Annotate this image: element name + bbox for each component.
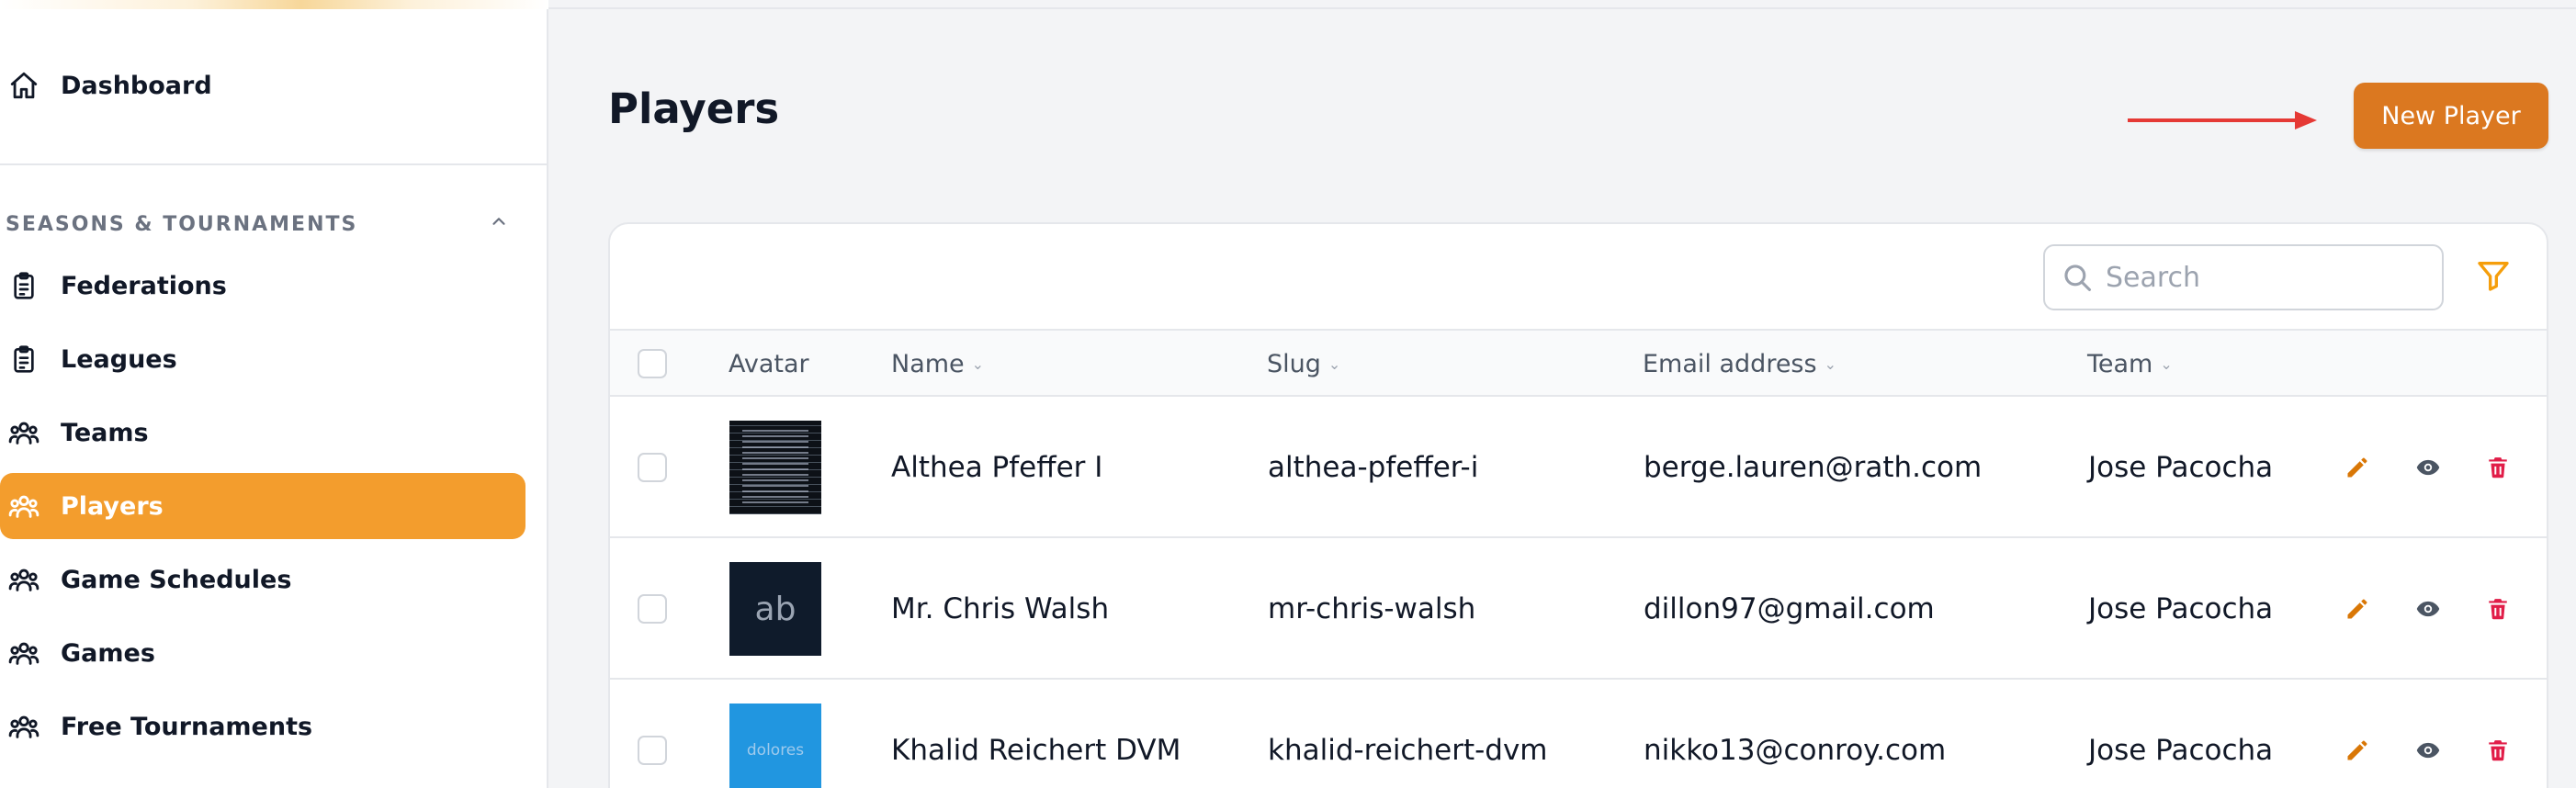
delete-trash-icon[interactable]: [2486, 737, 2510, 764]
sidebar-item-label: Games: [61, 638, 155, 668]
topbar-border: [548, 7, 2576, 9]
player-team: Jose Pacocha: [2088, 592, 2274, 625]
table-header: Avatar Name ⌄ Slug ⌄ Email address ⌄ Team ⌄: [610, 329, 2547, 397]
column-header-team[interactable]: Team ⌄: [2087, 331, 2173, 397]
section-title: SEASONS & TOURNAMENTS: [6, 212, 358, 236]
delete-trash-icon[interactable]: [2486, 454, 2510, 481]
sort-chevron-icon: ⌄: [2160, 355, 2173, 373]
delete-trash-icon[interactable]: [2486, 595, 2510, 623]
sidebar-item-label: Game Schedules: [61, 565, 292, 594]
users-icon: [6, 488, 42, 524]
player-team: Jose Pacocha: [2088, 734, 2274, 767]
avatar: [729, 421, 821, 514]
player-team: Jose Pacocha: [2088, 451, 2274, 484]
avatar-placeholder: dolores: [729, 704, 821, 788]
search-icon: [2062, 262, 2093, 293]
player-name: Mr. Chris Walsh: [891, 592, 1110, 625]
filter-icon[interactable]: [2475, 257, 2512, 294]
table-row[interactable]: dolores Khalid Reichert DVM khalid-reich…: [610, 680, 2547, 788]
table-toolbar: [610, 224, 2547, 329]
player-name: Khalid Reichert DVM: [891, 734, 1181, 767]
row-actions: [2344, 397, 2510, 538]
sidebar-item-dashboard[interactable]: Dashboard: [0, 52, 525, 118]
section-header-seasons-tournaments[interactable]: SEASONS & TOURNAMENTS: [6, 208, 509, 241]
search-field[interactable]: [2043, 244, 2444, 310]
sidebar-item-label: Dashboard: [61, 71, 212, 100]
users-icon: [6, 635, 42, 671]
table-row[interactable]: ab Mr. Chris Walsh mr-chris-walsh dillon…: [610, 538, 2547, 680]
avatar: dolores: [729, 704, 821, 788]
chevron-up-icon[interactable]: [489, 211, 509, 237]
view-eye-icon[interactable]: [2412, 455, 2444, 480]
clipboard-icon: [6, 267, 42, 304]
row-checkbox[interactable]: [638, 736, 667, 765]
column-header-name[interactable]: Name ⌄: [891, 331, 984, 397]
annotation-arrow-icon: [2128, 108, 2317, 136]
sidebar-item-label: Leagues: [61, 344, 177, 374]
sort-chevron-icon: ⌄: [1328, 355, 1341, 373]
column-header-avatar: Avatar: [729, 349, 809, 378]
column-header-slug[interactable]: Slug ⌄: [1267, 331, 1340, 397]
row-checkbox[interactable]: [638, 453, 667, 482]
sidebar-item-label: Federations: [61, 271, 227, 300]
sidebar: Dashboard SEASONS & TOURNAMENTS Federati…: [0, 0, 548, 788]
row-checkbox[interactable]: [638, 594, 667, 624]
sidebar-item-label: Free Tournaments: [61, 712, 313, 741]
home-icon: [6, 67, 42, 104]
sidebar-item-game-schedules[interactable]: Game Schedules: [0, 546, 525, 613]
row-actions: [2344, 538, 2510, 680]
sort-chevron-icon: ⌄: [1824, 355, 1836, 373]
sidebar-item-players[interactable]: Players: [0, 473, 525, 539]
sidebar-item-federations[interactable]: Federations: [0, 253, 525, 319]
player-slug: mr-chris-walsh: [1268, 592, 1476, 625]
page-title: Players: [608, 84, 780, 133]
select-all-checkbox[interactable]: [638, 349, 667, 378]
view-eye-icon[interactable]: [2412, 596, 2444, 622]
sidebar-item-games[interactable]: Games: [0, 620, 525, 686]
users-icon: [6, 561, 42, 598]
users-icon: [6, 708, 42, 745]
player-email: nikko13@conroy.com: [1644, 734, 1947, 767]
player-email: dillon97@gmail.com: [1644, 592, 1935, 625]
app-root: Dashboard SEASONS & TOURNAMENTS Federati…: [0, 0, 2576, 788]
table-row[interactable]: Althea Pfeffer I althea-pfeffer-i berge.…: [610, 397, 2547, 538]
new-player-button[interactable]: New Player: [2354, 83, 2548, 149]
sidebar-top-accent: [0, 0, 548, 9]
sort-chevron-icon: ⌄: [971, 355, 985, 373]
player-slug: khalid-reichert-dvm: [1268, 734, 1548, 767]
sidebar-item-leagues[interactable]: Leagues: [0, 326, 525, 392]
clipboard-icon: [6, 341, 42, 377]
sidebar-item-free-tournaments[interactable]: Free Tournaments: [0, 693, 525, 760]
edit-pencil-icon[interactable]: [2344, 455, 2370, 480]
row-actions: [2344, 680, 2510, 788]
edit-pencil-icon[interactable]: [2344, 596, 2370, 622]
users-icon: [6, 414, 42, 451]
column-header-email[interactable]: Email address ⌄: [1643, 331, 1836, 397]
sidebar-item-label: Players: [61, 491, 164, 521]
edit-pencil-icon[interactable]: [2344, 737, 2370, 763]
avatar: ab: [729, 562, 821, 656]
view-eye-icon[interactable]: [2412, 737, 2444, 763]
sidebar-divider: [0, 163, 547, 165]
sidebar-item-label: Teams: [61, 418, 149, 447]
avatar-placeholder: ab: [729, 562, 821, 656]
sidebar-item-teams[interactable]: Teams: [0, 400, 525, 466]
avatar-image-screenshot: [729, 421, 821, 514]
player-name: Althea Pfeffer I: [891, 451, 1103, 484]
players-table: Avatar Name⌄ Slug⌄ Email address⌄ Team⌄ …: [608, 222, 2548, 788]
search-input[interactable]: [2106, 261, 2418, 294]
player-email: berge.lauren@rath.com: [1644, 451, 1983, 484]
player-slug: althea-pfeffer-i: [1268, 451, 1479, 484]
